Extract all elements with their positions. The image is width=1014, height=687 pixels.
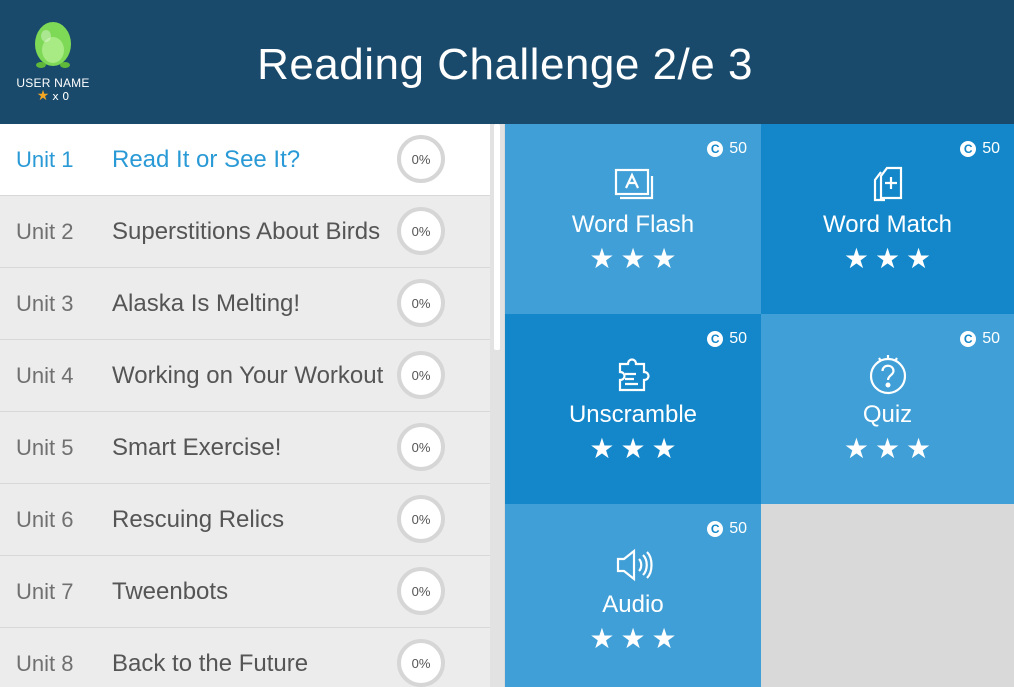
star-icon: ★ xyxy=(874,432,901,465)
star-rating: ★ ★ ★ xyxy=(505,434,761,464)
star-icon: ★ xyxy=(843,242,869,275)
unit-number: Unit 5 xyxy=(16,435,74,460)
unit-row-3[interactable]: Unit 3 Alaska Is Melting! 0% xyxy=(0,268,490,340)
unit-list: Unit 1 Read It or See It? 0% Unit 2 Supe… xyxy=(0,124,490,687)
star-icon: ★ xyxy=(589,242,615,275)
star-icon: ★ xyxy=(589,622,615,655)
unit-number: Unit 6 xyxy=(16,507,74,532)
page-title: Reading Challenge 2/e 3 xyxy=(257,40,753,89)
unit-row-6[interactable]: Unit 6 Rescuing Relics 0% xyxy=(0,484,490,556)
question-icon xyxy=(761,354,1014,396)
user-name: USER NAME xyxy=(16,76,90,90)
unit-number: Unit 7 xyxy=(16,579,74,604)
unit-row-7[interactable]: Unit 7 Tweenbots 0% xyxy=(0,556,490,628)
unit-title: Smart Exercise! xyxy=(112,434,282,461)
user-star-count: ★ x 0 xyxy=(14,88,92,104)
progress-circle: 0% xyxy=(397,135,445,183)
activity-label: Unscramble xyxy=(568,401,698,428)
star-rating: ★ ★ ★ xyxy=(761,244,1014,274)
dinosaur-egg-avatar-icon xyxy=(35,22,71,68)
unit-number: Unit 8 xyxy=(16,651,74,676)
star-icon: ★ xyxy=(589,432,615,465)
unit-number: Unit 3 xyxy=(16,291,74,316)
unit-row-2[interactable]: Unit 2 Superstitions About Birds 0% xyxy=(0,196,490,268)
user-profile[interactable]: USER NAME ★ x 0 xyxy=(14,18,92,103)
scrollbar-thumb[interactable] xyxy=(494,124,500,350)
star-icon: ★ xyxy=(906,432,932,465)
coin-reward: C 50 xyxy=(707,330,747,348)
avatar xyxy=(33,18,73,70)
progress-circle: 0% xyxy=(397,279,445,327)
word-match-icon xyxy=(761,164,1014,206)
unit-title: Read It or See It? xyxy=(112,146,301,173)
activity-label: Audio xyxy=(602,591,664,618)
progress-circle: 0% xyxy=(397,351,445,399)
unit-number: Unit 1 xyxy=(16,147,74,172)
star-icon: ★ xyxy=(620,242,646,275)
activity-tile-unscramble[interactable]: C 50 Unscramble ★ ★ ★ xyxy=(505,314,761,504)
star-icon: ★ xyxy=(36,88,50,104)
coin-value: 50 xyxy=(729,330,747,347)
unit-row-4[interactable]: Unit 4 Working on Your Workout 0% xyxy=(0,340,490,412)
coin-reward: C 50 xyxy=(960,330,1000,348)
progress-circle: 0% xyxy=(397,207,445,255)
empty-tile-slot xyxy=(761,504,1014,687)
unit-row-5[interactable]: Unit 5 Smart Exercise! 0% xyxy=(0,412,490,484)
unit-title: Back to the Future xyxy=(112,650,309,677)
unit-row-1[interactable]: Unit 1 Read It or See It? 0% xyxy=(0,124,490,196)
star-icon: ★ xyxy=(843,432,869,465)
star-icon: ★ xyxy=(651,432,677,465)
star-icon: ★ xyxy=(874,242,901,275)
unit-title: Superstitions About Birds xyxy=(112,218,381,245)
activity-tile-quiz[interactable]: C 50 Quiz ★ ★ ★ xyxy=(761,314,1014,504)
unit-title: Working on Your Workout xyxy=(112,362,384,389)
activity-label: Word Match xyxy=(823,211,952,238)
coin-icon: C xyxy=(960,141,977,157)
activity-label: Quiz xyxy=(862,401,913,428)
coin-reward: C 50 xyxy=(707,520,747,538)
unit-row-8[interactable]: Unit 8 Back to the Future 0% xyxy=(0,628,490,687)
star-icon: ★ xyxy=(620,432,646,465)
star-icon: ★ xyxy=(620,622,646,655)
activity-tile-audio[interactable]: C 50 Audio ★ ★ ★ xyxy=(505,504,761,687)
unit-number: Unit 2 xyxy=(16,219,74,244)
star-rating: ★ ★ ★ xyxy=(505,624,761,654)
unit-title: Tweenbots xyxy=(112,578,229,605)
speaker-icon xyxy=(505,544,761,586)
star-rating: ★ ★ ★ xyxy=(505,244,761,274)
coin-value: 50 xyxy=(982,140,1000,157)
progress-circle: 0% xyxy=(397,639,445,687)
unit-title: Rescuing Relics xyxy=(112,506,285,533)
app-header: USER NAME ★ x 0 Reading Challenge 2/e 3 xyxy=(0,0,1014,124)
star-rating: ★ ★ ★ xyxy=(761,434,1014,464)
coin-value: 50 xyxy=(982,330,1000,347)
unit-title: Alaska Is Melting! xyxy=(112,290,301,317)
star-count-value: x 0 xyxy=(52,90,70,103)
coin-icon: C xyxy=(960,331,977,347)
puzzle-icon xyxy=(505,354,761,396)
unit-number: Unit 4 xyxy=(16,363,74,388)
activity-tile-word-flash[interactable]: C 50 Word Flash ★ ★ ★ xyxy=(505,124,761,314)
coin-icon: C xyxy=(707,521,724,537)
coin-icon: C xyxy=(707,331,724,347)
progress-circle: 0% xyxy=(397,567,445,615)
progress-circle: 0% xyxy=(397,495,445,543)
star-icon: ★ xyxy=(651,242,677,275)
coin-value: 50 xyxy=(729,140,747,157)
star-icon: ★ xyxy=(906,242,932,275)
coin-icon: C xyxy=(707,141,724,157)
coin-reward: C 50 xyxy=(707,140,747,158)
coin-value: 50 xyxy=(729,520,747,537)
activity-label: Word Flash xyxy=(571,211,695,238)
progress-circle: 0% xyxy=(397,423,445,471)
coin-reward: C 50 xyxy=(960,140,1000,158)
word-flash-icon xyxy=(505,164,761,206)
activity-tile-word-match[interactable]: C 50 Word Match ★ ★ ★ xyxy=(761,124,1014,314)
star-icon: ★ xyxy=(651,622,677,655)
